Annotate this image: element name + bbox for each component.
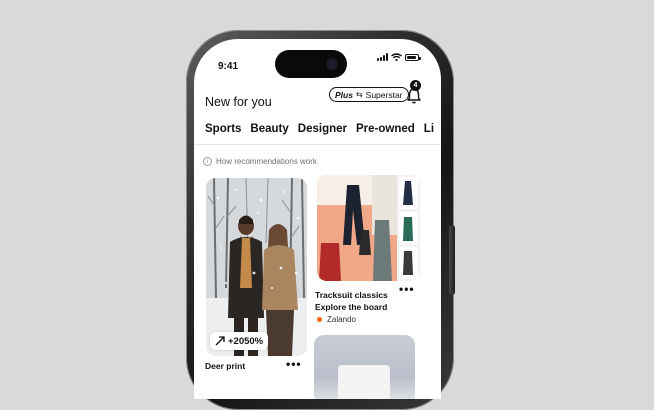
status-time: 9:41: [218, 61, 239, 72]
more-options-icon[interactable]: •••: [286, 357, 302, 371]
status-icons: [377, 53, 421, 61]
growth-value: +2050%: [228, 335, 264, 347]
plus-label: Plus: [335, 89, 353, 100]
recommendations-label: How recommendations work: [216, 157, 317, 166]
page-title: New for you: [205, 95, 272, 109]
brand-dot: [317, 317, 322, 322]
growth-badge: +2050%: [210, 332, 269, 350]
brand-name: Zalando: [327, 315, 356, 324]
phone-screen: 9:41 New for you Plus ⇆ Superstar 4 Spor…: [194, 39, 441, 399]
tab-designer[interactable]: Designer: [298, 123, 347, 135]
category-tabs: Sports Beauty Designer Pre-owned Li: [205, 123, 434, 135]
brand-row[interactable]: Zalando: [317, 315, 356, 324]
more-options-icon[interactable]: •••: [399, 282, 415, 296]
stage: 9:41 New for you Plus ⇆ Superstar 4 Spor…: [0, 0, 654, 410]
board-collage[interactable]: [317, 175, 420, 281]
tabs-divider: [194, 144, 441, 145]
board-title-line1: Tracksuit classics: [315, 290, 388, 300]
board-title-line2: Explore the board: [315, 302, 388, 312]
battery-icon: [405, 54, 421, 61]
phone-side-button: [449, 225, 455, 295]
plus-superstar-badge[interactable]: Plus ⇆ Superstar: [329, 87, 409, 102]
pin-image-deer-print[interactable]: [206, 178, 307, 356]
wifi-icon: [391, 53, 402, 61]
superstar-label: Superstar: [365, 89, 403, 100]
snowy-couple-photo: [206, 178, 307, 356]
notification-count-badge: 4: [410, 80, 421, 91]
tab-pre-owned[interactable]: Pre-owned: [356, 123, 415, 135]
signal-icon: [377, 53, 388, 61]
dynamic-island: [275, 50, 347, 78]
info-icon: i: [203, 157, 212, 166]
tracksuit-collage: [317, 175, 420, 281]
board-title: Tracksuit classics Explore the board: [315, 289, 388, 313]
trend-up-icon: [215, 336, 225, 346]
tab-truncated[interactable]: Li: [424, 123, 434, 135]
swap-icon: ⇆: [355, 90, 363, 99]
tab-sports[interactable]: Sports: [205, 123, 241, 135]
tab-beauty[interactable]: Beauty: [250, 123, 288, 135]
next-pin-card[interactable]: [314, 335, 415, 399]
recommendations-link[interactable]: i How recommendations work: [203, 157, 317, 166]
pin-title: Deer print: [205, 361, 246, 371]
